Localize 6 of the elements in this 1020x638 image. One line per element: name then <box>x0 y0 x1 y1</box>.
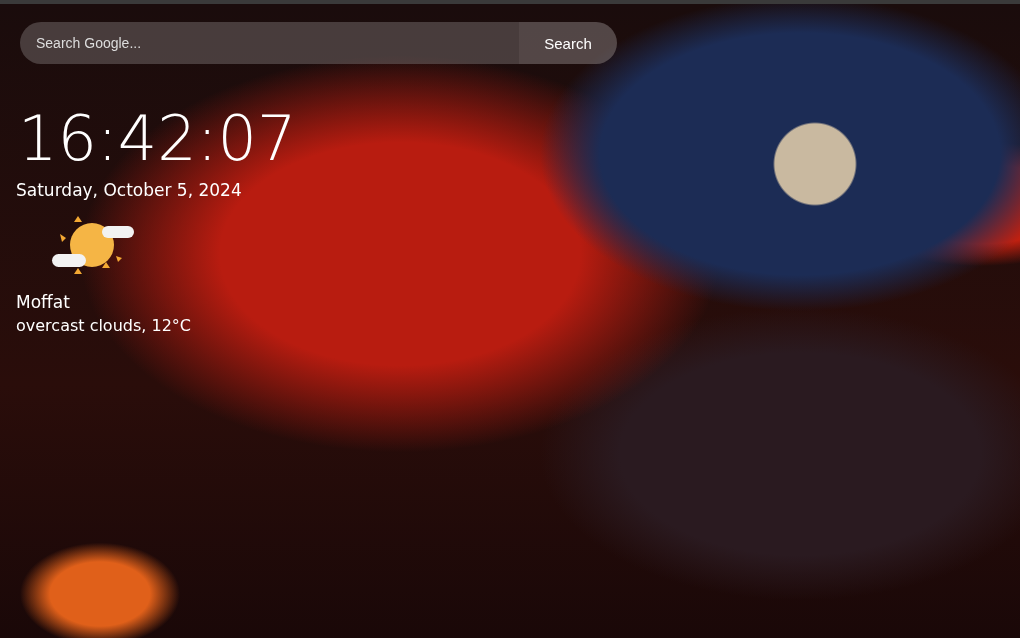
search-field[interactable]: Search Google... <box>20 22 519 64</box>
clock-date: Saturday, October 5, 2024 <box>16 180 242 200</box>
search-button[interactable]: Search <box>519 22 617 64</box>
weather-description: overcast clouds, 12°C <box>16 316 191 335</box>
weather-location: Moffat <box>16 292 70 312</box>
clock-time: 16:42:07 <box>18 108 297 170</box>
